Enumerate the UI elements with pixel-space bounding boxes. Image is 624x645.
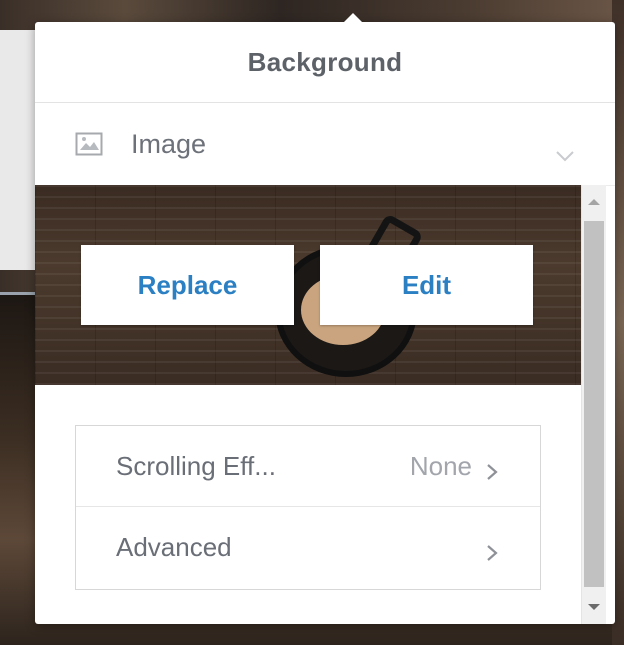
background-image-preview: Replace Edit	[35, 185, 581, 385]
image-icon	[75, 132, 103, 156]
replace-button[interactable]: Replace	[81, 245, 294, 325]
popover-header: Background	[35, 22, 615, 103]
background-settings-popover: Background Image Replace Edit Scrolling …	[35, 13, 615, 624]
background-type-select[interactable]: Image	[35, 103, 615, 186]
edit-button[interactable]: Edit	[320, 245, 533, 325]
scroll-up-arrow-icon[interactable]	[588, 199, 600, 205]
scrolling-effect-label: Scrolling Eff...	[116, 450, 276, 481]
popover-caret	[343, 13, 363, 23]
advanced-label: Advanced	[116, 531, 232, 562]
vertical-scrollbar[interactable]	[581, 185, 606, 624]
chevron-right-icon	[486, 457, 498, 480]
advanced-row[interactable]: Advanced	[76, 506, 540, 587]
scroll-thumb[interactable]	[584, 221, 604, 587]
settings-list: Scrolling Eff... None Advanced	[75, 425, 541, 590]
scroll-down-arrow-icon[interactable]	[588, 604, 600, 610]
scrolling-effect-row[interactable]: Scrolling Eff... None	[76, 426, 540, 506]
chevron-down-icon	[555, 138, 575, 162]
popover-scroll-area: Replace Edit Scrolling Eff... None Advan…	[35, 185, 615, 624]
popover-title: Background	[247, 46, 403, 77]
scrolling-effect-value: None	[409, 450, 472, 481]
background-type-label: Image	[131, 128, 207, 159]
chevron-right-icon	[486, 538, 498, 561]
